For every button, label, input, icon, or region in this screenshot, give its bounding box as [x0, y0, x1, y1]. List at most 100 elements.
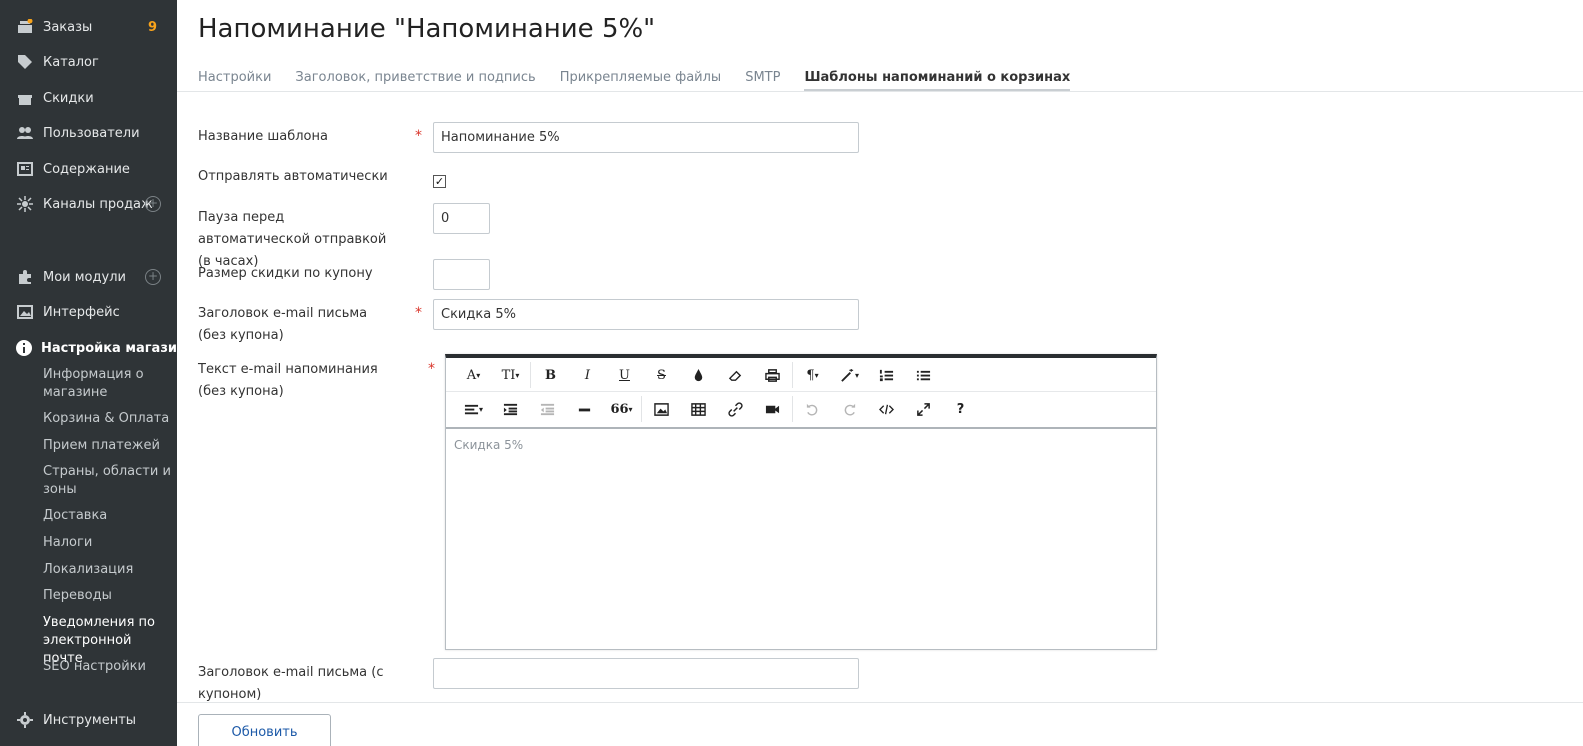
required-marker: * [428, 361, 435, 377]
undo-icon[interactable] [794, 394, 831, 424]
subnav-translations[interactable]: Переводы [43, 587, 173, 605]
tab-settings[interactable]: Настройки [198, 70, 271, 92]
editor-toolbar-row-1: A ▾ TI ▾ B I U S ¶ ▾ ▾ [446, 358, 1156, 392]
print-icon[interactable] [754, 360, 791, 390]
sidebar-item-interface[interactable]: Интерфейс [0, 295, 177, 329]
horizontal-rule-icon[interactable] [566, 394, 603, 424]
subnav-localization[interactable]: Локализация [43, 561, 173, 579]
ordered-list-icon[interactable] [868, 360, 905, 390]
sidebar-item-label: Содержание [43, 161, 130, 177]
font-icon: A [466, 367, 477, 383]
sidebar-item-discounts[interactable]: Скидки [0, 81, 177, 115]
editor-content-area[interactable]: Скидка 5% [454, 438, 523, 452]
sidebar-item-store-settings[interactable]: Настройка магазина [0, 331, 195, 365]
pause-hours-input[interactable]: 0 [433, 203, 490, 234]
subnav-taxes[interactable]: Налоги [43, 534, 173, 552]
sidebar-item-label: Инструменты [43, 712, 137, 728]
template-name-input[interactable]: Напоминание 5% [433, 122, 859, 153]
puzzle-icon [16, 268, 34, 286]
insert-table-icon[interactable] [680, 394, 717, 424]
quote-icon: 66 [610, 401, 629, 417]
toolbar-separator [792, 396, 793, 422]
subject-no-coupon-label: Заголовок e-mail письма (без купона) [198, 306, 368, 343]
insert-link-icon[interactable] [717, 394, 754, 424]
sidebar-item-users[interactable]: Пользователи [0, 116, 177, 150]
fullscreen-icon[interactable] [905, 394, 942, 424]
coupon-size-input[interactable] [433, 259, 490, 290]
eraser-icon[interactable] [717, 360, 754, 390]
code-view-icon[interactable] [868, 394, 905, 424]
content-icon [16, 160, 34, 178]
info-icon [16, 339, 32, 357]
strikethrough-button[interactable]: S [643, 360, 680, 390]
tab-bar: Настройки Заголовок, приветствие и подпи… [198, 70, 1094, 92]
orders-count-badge: 9 [147, 19, 157, 35]
tabs-divider [177, 91, 1583, 92]
editor-toolbar-row-2: ▾ 66 ▾ ? [446, 392, 1156, 426]
sidebar-item-label: Каналы продаж [43, 196, 153, 212]
toolbar-separator [641, 396, 642, 422]
font-family-button[interactable]: A ▾ [455, 360, 492, 390]
sidebar-item-catalog[interactable]: Каталог [0, 45, 177, 79]
sidebar-item-label: Пользователи [43, 125, 140, 141]
required-marker: * [415, 128, 422, 144]
tab-cart-templates[interactable]: Шаблоны напоминаний о корзинах [804, 70, 1071, 92]
subnav-countries[interactable]: Страны, области и зоны [43, 463, 173, 499]
tab-smtp[interactable]: SMTP [745, 70, 780, 92]
sidebar-item-label: Мои модули [43, 269, 126, 285]
subject-no-coupon-input[interactable]: Скидка 5% [433, 299, 859, 330]
sidebar-item-modules[interactable]: Мои модули + [0, 260, 177, 294]
tab-attachments[interactable]: Прикрепляемые файлы [560, 70, 722, 92]
add-channel-icon[interactable]: + [145, 196, 161, 212]
users-icon [16, 124, 34, 142]
text-no-coupon-label: Текст e-mail напоминания (без купона) [198, 362, 378, 399]
subject-coupon-label: Заголовок e-mail письма (с купоном) [198, 665, 384, 702]
subject-coupon-input[interactable] [433, 658, 859, 689]
orders-icon [16, 18, 34, 36]
sidebar: Заказы 9 Каталог Скидки Пользователи Сод… [0, 0, 195, 746]
send-auto-checkbox[interactable]: ✓ [433, 175, 446, 188]
underline-button[interactable]: U [606, 360, 643, 390]
required-marker: * [415, 305, 422, 321]
sidebar-item-label: Каталог [43, 54, 99, 70]
add-module-icon[interactable]: + [145, 269, 161, 285]
italic-button[interactable]: I [569, 360, 606, 390]
magic-wand-icon[interactable]: ▾ [831, 360, 868, 390]
gear-icon [16, 711, 34, 729]
insert-image-icon[interactable] [643, 394, 680, 424]
sidebar-item-tools[interactable]: Инструменты [0, 703, 177, 737]
font-size-button[interactable]: TI ▾ [492, 360, 529, 390]
subnav-shipping[interactable]: Доставка [43, 507, 173, 525]
font-size-icon: TI [501, 367, 516, 383]
subnav-payment-methods[interactable]: Прием платежей [43, 437, 173, 455]
tab-header-greeting[interactable]: Заголовок, приветствие и подпись [295, 70, 535, 92]
align-icon[interactable]: ▾ [455, 394, 492, 424]
template-name-label: Название шаблона [198, 129, 328, 144]
indent-icon[interactable] [492, 394, 529, 424]
subnav-seo[interactable]: SEO настройки [43, 658, 173, 676]
quote-button[interactable]: 66 ▾ [603, 394, 640, 424]
toolbar-separator [792, 362, 793, 388]
sidebar-item-content[interactable]: Содержание [0, 152, 177, 186]
outdent-icon[interactable] [529, 394, 566, 424]
insert-video-icon[interactable] [754, 394, 791, 424]
subnav-store-info[interactable]: Информация о магазине [43, 366, 173, 402]
help-button[interactable]: ? [942, 394, 979, 424]
text-color-icon[interactable] [680, 360, 717, 390]
main-content: Напоминание "Напоминание 5%" Настройки З… [177, 0, 1583, 746]
gift-icon [16, 89, 34, 107]
update-button[interactable]: Обновить [198, 714, 331, 746]
subnav-cart-payment[interactable]: Корзина & Оплата [43, 410, 173, 428]
image-icon [16, 303, 34, 321]
tags-icon [16, 53, 34, 71]
sidebar-item-orders[interactable]: Заказы 9 [0, 10, 177, 44]
paragraph-button[interactable]: ¶ ▾ [794, 360, 831, 390]
sidebar-item-label: Скидки [43, 90, 94, 106]
unordered-list-icon[interactable] [905, 360, 942, 390]
sidebar-item-channels[interactable]: Каналы продаж + [0, 187, 177, 221]
redo-icon[interactable] [831, 394, 868, 424]
sidebar-item-label: Заказы [43, 19, 93, 35]
bold-button[interactable]: B [532, 360, 569, 390]
toolbar-separator [530, 362, 531, 388]
toolbar-bottom-border [446, 427, 1156, 429]
